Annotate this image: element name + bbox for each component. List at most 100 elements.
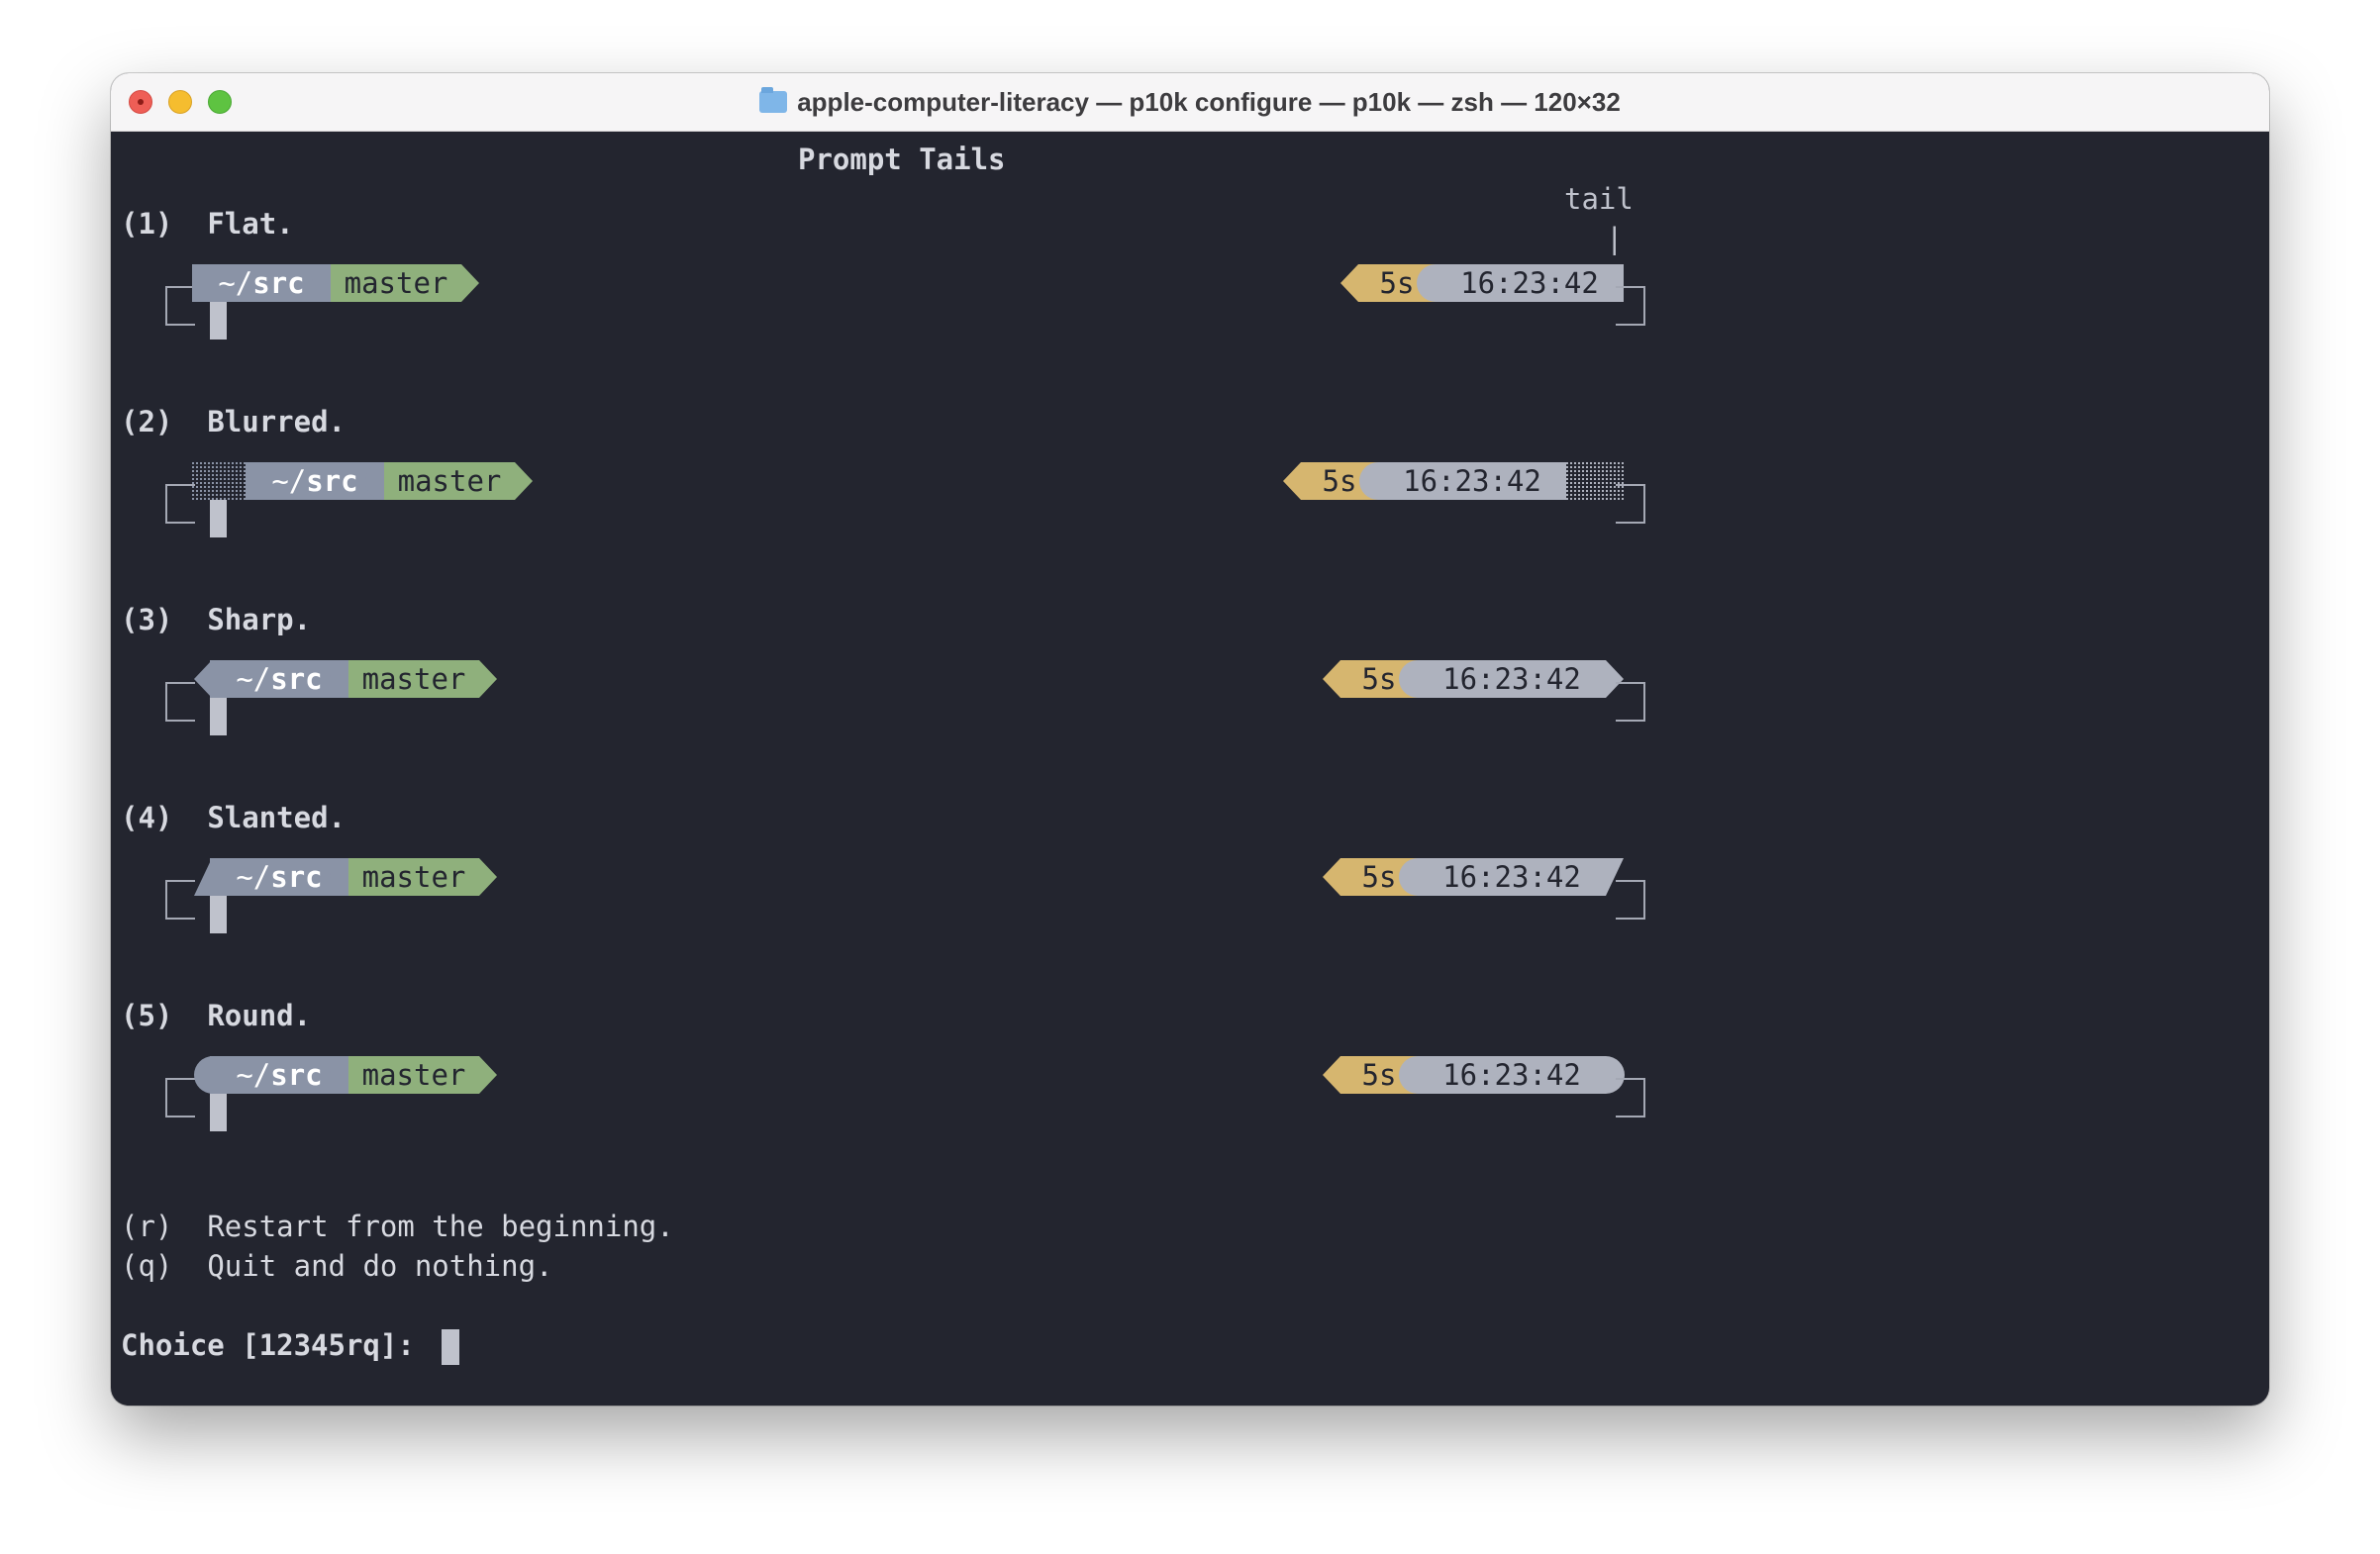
dir-tilde: ~/ — [236, 860, 271, 894]
git-branch: master — [397, 464, 502, 498]
tail-pointer-line: | — [1606, 222, 1624, 255]
option-label: (5) Round. — [121, 996, 311, 1035]
duration-segment-start — [1323, 858, 1340, 896]
right-frame — [1616, 286, 1645, 326]
option-label: (3) Sharp. — [121, 600, 311, 639]
git-segment-end — [461, 264, 479, 302]
time-value: 16:23:42 — [1442, 860, 1581, 894]
prompt-cursor — [210, 1094, 227, 1131]
time-value: 16:23:42 — [1442, 662, 1581, 696]
folder-icon — [759, 87, 788, 113]
prompt-cursor — [210, 302, 227, 340]
git-segment-end — [479, 660, 497, 698]
dir-tilde: ~/ — [236, 1058, 271, 1092]
option-name: Slanted. — [207, 801, 346, 834]
option-key: (5) — [121, 999, 173, 1032]
duration-value: 5s — [1322, 464, 1357, 498]
duration-segment-start — [1323, 660, 1340, 698]
git-segment: master — [348, 1056, 479, 1094]
prompt-cursor — [210, 500, 227, 537]
restart-key: (r) — [121, 1210, 173, 1243]
dir-segment: ~/src — [210, 660, 348, 698]
time-segment: 16:23:42 — [1436, 264, 1624, 302]
input-cursor[interactable] — [442, 1329, 459, 1365]
time-separator — [1399, 858, 1437, 896]
option-key: (1) — [121, 207, 173, 241]
window-title: apple-computer-literacy — p10k configure… — [797, 86, 1621, 117]
git-branch: master — [361, 860, 466, 894]
dir-name: src — [270, 662, 323, 696]
title-bar: apple-computer-literacy — p10k configure… — [111, 73, 2269, 132]
dir-tilde: ~/ — [271, 464, 307, 498]
quit-option[interactable]: (q) Quit and do nothing. — [121, 1246, 553, 1286]
quit-key: (q) — [121, 1249, 173, 1283]
dir-segment: ~/src — [192, 264, 331, 302]
option-label: (4) Slanted. — [121, 798, 346, 837]
dir-segment: ~/src — [210, 1056, 348, 1094]
dir-name: src — [270, 1058, 323, 1092]
time-value: 16:23:42 — [1442, 1058, 1581, 1092]
right-frame — [1616, 1078, 1645, 1117]
title-wrap: apple-computer-literacy — p10k configure… — [111, 73, 2269, 131]
time-segment: 16:23:42 — [1378, 462, 1566, 500]
restart-label: Restart from the beginning. — [207, 1210, 674, 1243]
git-branch: master — [361, 1058, 466, 1092]
time-separator — [1417, 264, 1454, 302]
git-segment: master — [384, 462, 515, 500]
left-frame — [165, 484, 195, 524]
left-frame — [165, 286, 195, 326]
screen-heading: Prompt Tails — [798, 143, 1006, 176]
time-separator — [1399, 1056, 1437, 1094]
dir-name: src — [270, 860, 323, 894]
duration-value: 5s — [1379, 266, 1415, 300]
option-name: Flat. — [207, 207, 294, 241]
duration-value: 5s — [1361, 662, 1397, 696]
option-label: (2) Blurred. — [121, 402, 346, 441]
left-frame — [165, 682, 195, 722]
git-segment: master — [348, 858, 479, 896]
duration-value: 5s — [1361, 1058, 1397, 1092]
terminal-content[interactable]: Prompt Tails tail | v (1) Flat.~/srcmast… — [111, 132, 2269, 1406]
duration-segment-start — [1323, 1056, 1340, 1094]
quit-label: Quit and do nothing. — [207, 1249, 553, 1283]
dir-segment: ~/src — [210, 858, 348, 896]
terminal-window: apple-computer-literacy — p10k configure… — [111, 73, 2269, 1406]
option-name: Sharp. — [207, 603, 312, 636]
git-segment-end — [515, 462, 533, 500]
left-frame — [165, 880, 195, 920]
time-separator — [1359, 462, 1397, 500]
left-frame — [165, 1078, 195, 1117]
time-separator — [1399, 660, 1437, 698]
git-segment: master — [348, 660, 479, 698]
right-frame — [1616, 880, 1645, 920]
prompt-cursor — [210, 896, 227, 933]
dir-name: src — [252, 266, 305, 300]
dir-tilde: ~/ — [218, 266, 253, 300]
time-segment: 16:23:42 — [1418, 1056, 1606, 1094]
duration-value: 5s — [1361, 860, 1397, 894]
option-name: Blurred. — [207, 405, 346, 438]
option-label: (1) Flat. — [121, 204, 294, 243]
duration-segment-start — [1340, 264, 1358, 302]
option-name: Round. — [207, 999, 312, 1032]
dir-name: src — [306, 464, 358, 498]
git-branch: master — [361, 662, 466, 696]
git-branch: master — [344, 266, 448, 300]
git-segment-end — [479, 858, 497, 896]
right-frame — [1616, 682, 1645, 722]
time-value: 16:23:42 — [1403, 464, 1541, 498]
time-segment: 16:23:42 — [1418, 660, 1606, 698]
git-segment-end — [479, 1056, 497, 1094]
option-key: (3) — [121, 603, 173, 636]
option-key: (4) — [121, 801, 173, 834]
prompt-cursor — [210, 698, 227, 735]
restart-option[interactable]: (r) Restart from the beginning. — [121, 1207, 674, 1246]
git-segment: master — [331, 264, 461, 302]
dir-tilde: ~/ — [236, 662, 271, 696]
dir-segment: ~/src — [246, 462, 384, 500]
blur-tail-left — [192, 462, 246, 500]
choice-prompt: Choice [12345rq]: — [121, 1328, 433, 1362]
time-segment: 16:23:42 — [1418, 858, 1606, 896]
duration-segment-start — [1283, 462, 1301, 500]
option-key: (2) — [121, 405, 173, 438]
